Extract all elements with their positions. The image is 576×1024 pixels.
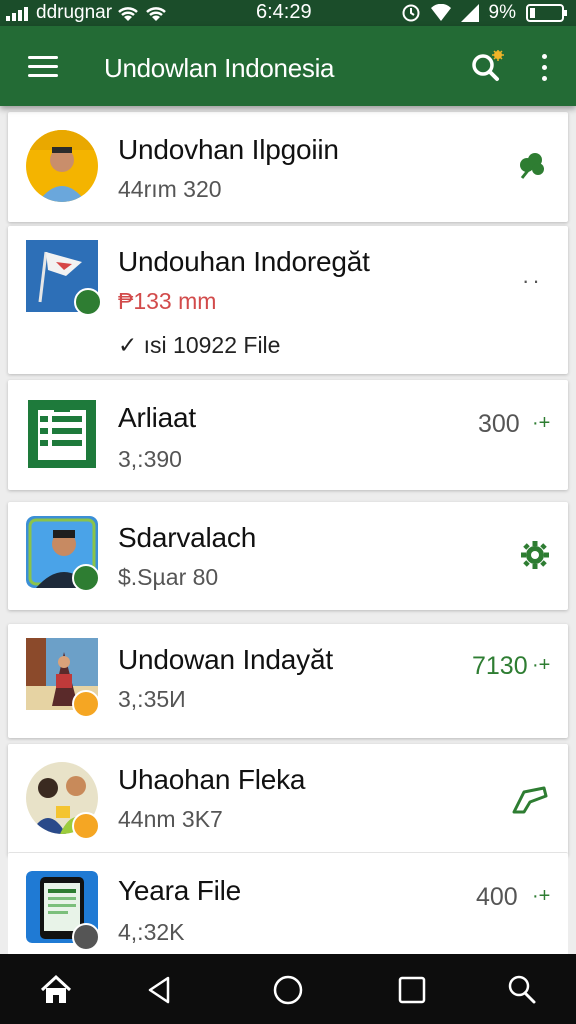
wifi-icon xyxy=(118,7,138,21)
wifi-status-icon xyxy=(430,4,451,21)
item-title: Undouhan Indoregăt xyxy=(118,246,370,277)
item-value: 400 xyxy=(476,883,518,911)
hamburger-menu-icon[interactable] xyxy=(28,56,58,78)
item-detail: ✓ ısi 10922 File xyxy=(118,332,281,358)
search-nav-icon[interactable] xyxy=(504,972,540,1008)
gear-icon[interactable] xyxy=(520,540,550,570)
battery-icon xyxy=(526,4,567,22)
recents-icon[interactable] xyxy=(394,972,430,1008)
battery-percent: 9% xyxy=(488,2,516,23)
status-right: 9% xyxy=(401,2,568,24)
status-badge xyxy=(72,564,100,592)
wifi-icon-secondary xyxy=(146,7,166,21)
item-subtitle: 4,:32K xyxy=(118,919,185,945)
item-title: Yeara File xyxy=(118,875,242,906)
item-value: 300 xyxy=(478,410,520,438)
overflow-menu-icon[interactable] xyxy=(538,54,550,84)
item-title: Uhaohan Fleka xyxy=(118,764,306,795)
clock: 6:4:29 xyxy=(256,1,312,23)
item-subtitle: 3,:390 xyxy=(118,446,182,472)
avatar xyxy=(26,130,98,202)
list-item[interactable]: Undovhan Ilpgoiin 44rım 320 xyxy=(8,112,568,222)
list-item[interactable]: Undowan Indayăt 3,:35И 7130 ·+ xyxy=(8,624,568,738)
item-subtitle: 44rım 320 xyxy=(118,176,222,202)
expand-icon[interactable]: ·+ xyxy=(532,654,550,677)
cellular-icon xyxy=(460,4,479,22)
expand-icon[interactable]: ·+ xyxy=(532,412,550,435)
search-icon[interactable] xyxy=(470,50,504,84)
app-title: Undowlan Indonesia xyxy=(104,53,335,83)
item-title: Undowan Indayăt xyxy=(118,644,333,675)
item-subtitle: ₱133 mm xyxy=(118,288,217,314)
item-title: Sdarvalach xyxy=(118,522,257,553)
list-item[interactable]: Uhaohan Fleka 44nm 3K7 xyxy=(8,744,568,856)
tag-icon[interactable] xyxy=(510,782,550,816)
status-badge xyxy=(72,923,100,951)
item-title: Arliaat xyxy=(118,402,196,433)
list-item[interactable]: Sdarvalach $.Sµar 80 xyxy=(8,502,568,610)
item-subtitle: 44nm 3K7 xyxy=(118,806,223,832)
home-icon[interactable] xyxy=(38,972,74,1008)
status-badge xyxy=(74,288,102,316)
spreadsheet-icon xyxy=(28,400,96,468)
more-dots-icon[interactable]: ·· xyxy=(522,268,543,294)
list-item[interactable]: Undouhan Indoregăt ₱133 mm ✓ ısi 10922 F… xyxy=(8,226,568,374)
carrier-name: ddrugnar xyxy=(36,2,113,23)
status-bar: ddrugnar 6:4:29 9% xyxy=(0,0,576,26)
navigation-bar xyxy=(0,954,576,1024)
item-subtitle: $.Sµar 80 xyxy=(118,564,219,590)
status-badge xyxy=(72,690,100,718)
item-subtitle: 3,:35И xyxy=(118,686,186,712)
status-badge xyxy=(72,812,100,840)
home-circle-icon[interactable] xyxy=(270,972,306,1008)
status-left: ddrugnar xyxy=(6,2,168,24)
leaf-cluster-icon[interactable] xyxy=(514,148,550,184)
list-item[interactable]: Arliaat 3,:390 300 ·+ xyxy=(8,380,568,490)
back-icon[interactable] xyxy=(142,972,178,1008)
item-title: Undovhan Ilpgoiin xyxy=(118,134,339,165)
expand-icon[interactable]: ·+ xyxy=(532,885,550,908)
list-item[interactable]: Yeara File 4,:32K 400 ·+ xyxy=(8,852,568,955)
alarm-icon xyxy=(402,4,420,22)
app-bar: Undowlan Indonesia xyxy=(0,26,576,106)
signal-icon xyxy=(6,7,28,21)
item-value: 7130 xyxy=(472,652,528,680)
